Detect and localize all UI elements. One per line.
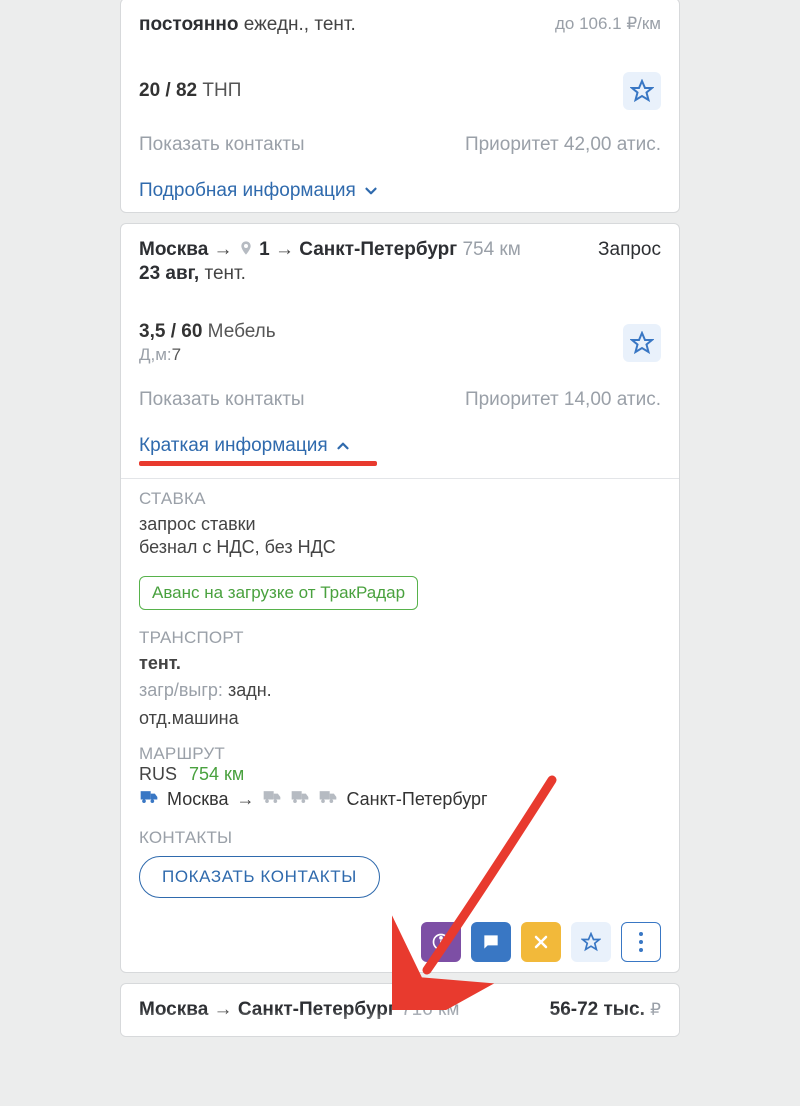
dimensions: Д,м:7 [139,345,276,365]
advance-badge: Аванс на загрузке от ТракРадар [139,576,418,610]
collapse-details-link[interactable]: Краткая информация [139,435,352,457]
info-button[interactable] [421,922,461,962]
section-heading-transport: ТРАНСПОРТ [139,628,661,648]
truck-icon [139,789,159,810]
request-label: Запрос [598,239,661,260]
cargo-info: 3,5 / 60 Мебель [139,321,276,343]
show-contacts-link[interactable]: Показать контакты [139,134,305,156]
favorite-action-button[interactable] [571,922,611,962]
favorite-button[interactable] [623,324,661,362]
expand-details-link[interactable]: Подробная информация [139,180,380,202]
cargo-card-expanded: Москва → 1 → Санкт-Петербург 754 км 23 а… [120,223,680,973]
show-contacts-link[interactable]: Показать контакты [139,389,305,411]
section-heading-rate: СТАВКА [139,489,661,509]
rate-body: запрос ставки безнал с НДС, без НДС [139,513,661,560]
chat-button[interactable] [471,922,511,962]
truck-icon [290,789,310,810]
schedule: постоянно ежедн., тент. [139,13,356,38]
section-heading-route: МАРШРУТ [139,744,661,764]
route-summary: Москва → 1 → Санкт-Петербург 754 км 23 а… [139,238,521,287]
more-menu-button[interactable] [621,922,661,962]
priority-label: Приоритет 14,00 атис. [465,389,661,411]
price-per-km: до 106.1 ₽/км [555,13,661,34]
close-button[interactable] [521,922,561,962]
cargo-info: 20 / 82 ТНП [139,80,241,102]
annotation-underline [139,461,377,466]
priority-label: Приоритет 42,00 атис. [465,134,661,156]
section-heading-contacts: КОНТАКТЫ [139,828,661,848]
truck-icon [318,789,338,810]
cargo-card: постоянно ежедн., тент. до 106.1 ₽/км 20… [120,0,680,213]
loading-info: загр/выгр: задн. [139,679,661,702]
truck-icon [262,789,282,810]
show-contacts-button[interactable]: ПОКАЗАТЬ КОНТАКТЫ [139,856,380,898]
pin-icon [238,239,254,257]
action-row [139,922,661,962]
favorite-button[interactable] [623,72,661,110]
route-path: Москва → Санкт-Петербург [139,789,661,810]
chevron-down-icon [362,182,380,200]
chevron-up-icon [334,437,352,455]
cargo-card: Москва → Санкт-Петербург 716 км 56-72 ты… [120,983,680,1037]
route-country: RUS 754 км [139,764,661,785]
